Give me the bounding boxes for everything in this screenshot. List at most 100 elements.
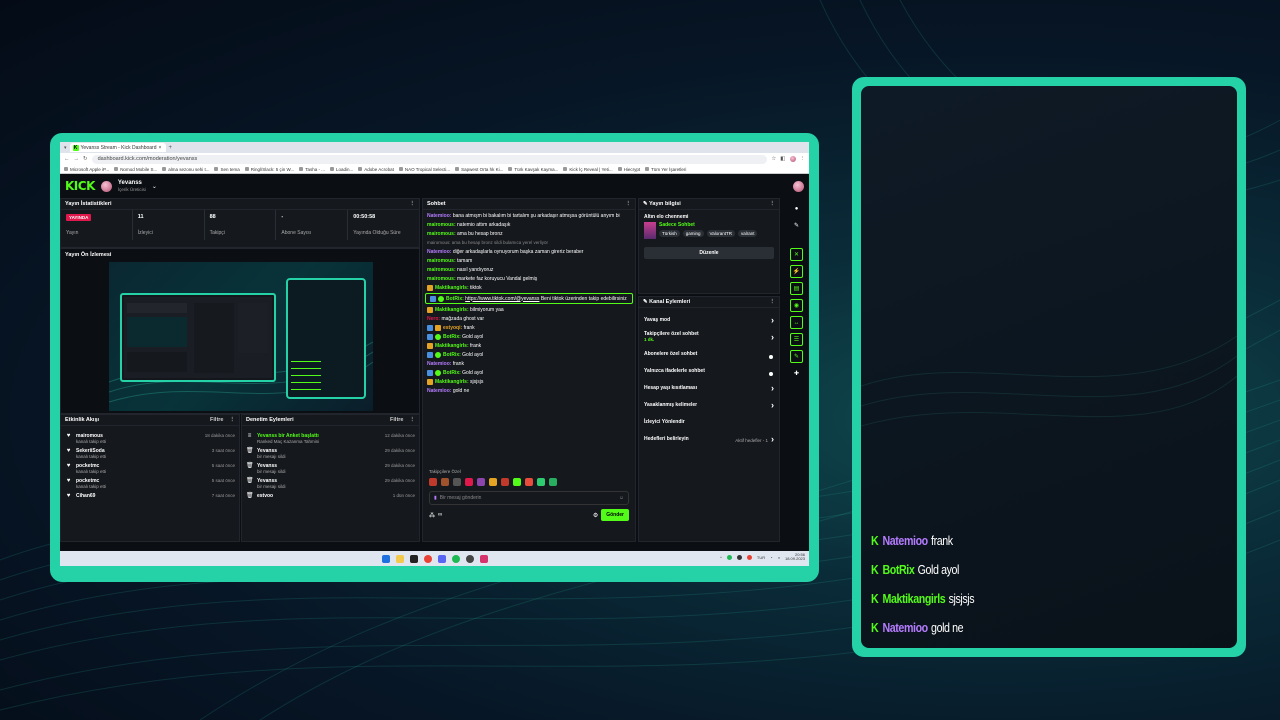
spotify-icon[interactable] [451,554,460,563]
panel-menu-icon[interactable]: ⋮ [626,201,632,207]
feed-row[interactable]: 🗑 Yevanss bir mesajı sildi 29 dakika önce [242,460,419,475]
chat-username[interactable]: mairomous: [427,258,456,264]
chat-message[interactable]: Natemioo: bana atmışm bi bakalım bi tart… [423,211,635,220]
channel-action-control[interactable]: › [771,400,774,410]
chat-username[interactable]: Natemioo: [427,388,451,394]
emote-icon[interactable] [477,478,485,486]
feed-row[interactable]: ♥ mairomous kanalı takip etti 18 dakika önc… [61,430,239,445]
chat-message[interactable]: mairomous: ama bu hesap bronz [423,229,635,238]
settings-gear-icon[interactable]: ● [790,202,803,215]
new-tab-icon[interactable]: + [169,145,173,151]
feed-row[interactable]: ≡ Yevanss bir Anket başlattı Ranked Maç Ka… [242,430,419,445]
chat-settings-gear-icon[interactable]: ⚙ [593,512,598,519]
edit-stream-info-button[interactable]: Düzenle [644,247,774,259]
wrench-icon[interactable]: ✎ [790,350,803,363]
channel-switch-chevron-down-icon[interactable]: ⌄ [152,183,157,190]
tray-app-icon[interactable] [726,554,732,560]
channel-action-control[interactable]: › [771,315,774,325]
bookmark-item[interactable]: Microsoft Apple iP... [64,167,109,172]
chat-bubble-icon[interactable]: ◉ [790,299,803,312]
chat-message[interactable]: mairomous: ama bu hesap bronz sildi bula… [423,238,635,247]
keyboard-language[interactable]: TUR [757,555,765,560]
stream-preview-video[interactable] [109,262,373,411]
tray-chevron-icon[interactable]: ^ [720,555,722,560]
chat-username[interactable]: Maktikangirls: [435,379,469,385]
feed-row[interactable]: ♥ pocketmc kanalı takip etti 5 saat önce [61,475,239,490]
chat-message[interactable]: Natemioo: gold ne [423,386,635,395]
chat-message[interactable]: Maktikangirls: bilmiyorum yaa [423,305,635,314]
bookmark-item[interactable]: Hiecrypt [618,167,641,172]
expand-icon[interactable]: ↔ [790,316,803,329]
back-icon[interactable]: ← [64,156,70,162]
volume-icon[interactable]: ◑ [778,555,780,560]
chat-input[interactable]: ▮ Bir mesaj gönderin ☺ [429,491,629,505]
mic-icon[interactable]: ▮ [434,495,437,501]
bookmark-item[interactable]: NAO Tropical Selecti... [399,167,450,172]
discord-icon[interactable] [437,554,446,563]
chat-username[interactable]: mairomous: [427,222,456,228]
chat-message[interactable]: Natemioo: frank [423,359,635,368]
chat-message[interactable]: Maktikangirls: tiktok [423,283,635,292]
chat-username[interactable]: mairomous: [427,267,456,273]
profile-avatar[interactable] [789,156,796,162]
chat-username[interactable]: BotRix: [443,334,461,340]
terminal-icon[interactable] [409,554,418,563]
channel-action-control[interactable]: › [771,383,774,393]
chat-username[interactable]: Maktikangirls: [435,307,469,313]
fullscreen-icon[interactable]: ✕ [790,248,803,261]
browser-menu-icon[interactable]: ⋮ [800,156,806,162]
channel-action-control[interactable]: › [771,332,774,342]
chat-message[interactable]: mairomous: markete faz koruyucu Vandal g… [423,274,635,283]
chat-username[interactable]: Nero: [427,316,440,322]
bookmark-item[interactable]: Nomod Mobile S... [114,167,157,172]
chat-username[interactable]: Maktikangirls: [435,343,469,349]
channel-info[interactable]: Yevanss İçerik Üreticisi [118,180,146,192]
stream-tag[interactable]: gaming [682,230,704,237]
emote-icon[interactable] [429,478,437,486]
chat-message[interactable]: BotRix: Gold ayol [423,350,635,359]
channel-action-row[interactable]: Yalnızca ifadelerle sohbet [639,362,779,379]
channel-action-row[interactable]: İzleyici Yönlendir [639,413,779,430]
tray-app-icon[interactable] [736,554,742,560]
send-button[interactable]: Gönder [601,509,629,521]
stream-tag[interactable]: ValorantTR [706,230,735,237]
channel-action-row[interactable]: Takipçilere özel sohbet 1 dk. › [639,328,779,345]
panel-menu-icon[interactable]: ⋮ [410,417,416,423]
chat-message[interactable]: BotRix: Gold ayol [423,368,635,377]
emote-icon[interactable] [525,478,533,486]
channel-action-row[interactable]: Hedefleri belirleyin Aktif hedefler - 1 › [639,430,779,447]
chat-message[interactable]: mairomous: natemio attım arkadaşık [423,220,635,229]
panel-menu-icon[interactable]: ⋮ [770,201,776,207]
url-input[interactable]: dashboard.kick.com/moderation/yevanss [91,154,768,164]
emote-icon[interactable] [537,478,545,486]
moderation-filter-button[interactable]: Filtre [390,417,403,423]
bookmark-star-icon[interactable]: ☆ [771,156,776,162]
stream-tag[interactable]: Türkish [659,230,680,237]
tray-app-icon[interactable] [746,554,752,560]
network-icon[interactable]: ◔ [770,555,772,560]
bookmark-item[interactable]: Sapwest Orta hk Ki... [455,167,503,172]
lightning-icon[interactable]: ⚡ [790,265,803,278]
chat-tools-icon[interactable]: ⁂ [429,512,435,519]
channel-action-row[interactable]: Yasaklanmış kelimeler › [639,396,779,413]
tab-menu-icon[interactable]: ▾ [64,145,67,151]
chat-link[interactable]: https://www.tiktok.com/@yevanss [465,296,539,302]
chat-message[interactable]: Maktikangirls: frank [423,341,635,350]
chat-username[interactable]: BotRix: [446,296,464,302]
extensions-icon[interactable]: ◧ [780,156,785,162]
chat-message[interactable]: Nero: mağzada ghost var [423,314,635,323]
file-explorer-icon[interactable] [395,554,404,563]
emote-icon[interactable] [501,478,509,486]
feed-row[interactable]: 🗑 Yevanss bir mesajı sildi 29 dakika önce [242,475,419,490]
chat-message[interactable]: mairomous: nasıl yandıyoruz [423,265,635,274]
forward-icon[interactable]: → [74,156,80,162]
bookmark-item[interactable]: Ringl/Slack: 5 çin W... [245,167,295,172]
bookmark-item[interactable]: Tüm Yer İşaretleri [645,167,686,172]
channel-action-control[interactable]: Aktif hedefler - 1 › [735,434,774,444]
emote-icon[interactable] [489,478,497,486]
tray-clock[interactable]: 20:56 18.09.2023 [785,553,805,561]
chat-username[interactable]: Natemioo: [427,213,451,219]
feed-row[interactable]: 🗑 Yevanss bir mesajı sildi 29 dakika önce [242,445,419,460]
stream-tag[interactable]: valrant [737,230,758,237]
tab-close-icon[interactable]: × [158,145,161,151]
